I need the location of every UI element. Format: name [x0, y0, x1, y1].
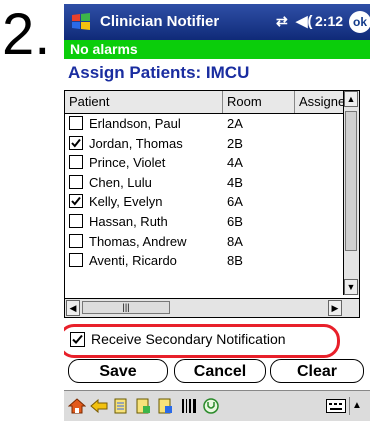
- stethoscope-icon[interactable]: [202, 397, 220, 415]
- vertical-scroll-thumb[interactable]: [345, 111, 357, 251]
- patient-checkbox[interactable]: [69, 116, 83, 130]
- patient-name: Thomas, Andrew: [89, 233, 187, 249]
- back-arrow-icon[interactable]: [90, 397, 108, 415]
- scroll-right-icon[interactable]: ▶: [328, 300, 342, 316]
- patient-checkbox[interactable]: [69, 194, 83, 209]
- scroll-up-icon[interactable]: ▲: [344, 91, 358, 107]
- patient-room: 4A: [227, 155, 243, 171]
- patient-checkbox[interactable]: [69, 253, 83, 268]
- patient-room: 8B: [227, 253, 243, 269]
- note-add-icon[interactable]: [134, 397, 152, 415]
- title-bar: Clinician Notifier ⇄ ◀( 2:12 ok: [64, 4, 370, 40]
- table-row[interactable]: Kelly, Evelyn 6A: [65, 192, 344, 212]
- windows-start-icon[interactable]: [70, 11, 92, 33]
- patient-name: Aventi, Ricardo: [89, 253, 177, 269]
- input-menu-arrow-icon[interactable]: ▲: [349, 397, 364, 415]
- table-row[interactable]: Aventi, Ricardo 8B: [65, 251, 344, 271]
- pocket-pc-screen: Clinician Notifier ⇄ ◀( 2:12 ok No alarm…: [64, 4, 370, 421]
- barcode-icon[interactable]: [180, 397, 198, 415]
- save-button[interactable]: Save: [68, 359, 168, 383]
- patient-checkbox[interactable]: [69, 155, 83, 170]
- patient-name: Hassan, Ruth: [89, 213, 168, 229]
- table-row[interactable]: Thomas, Andrew 8A: [65, 232, 344, 252]
- checkmark-icon: [71, 138, 81, 148]
- taskbar: ▲: [64, 390, 370, 421]
- connectivity-icon[interactable]: ⇄: [276, 13, 288, 30]
- secondary-notification-label[interactable]: Receive Secondary Notification: [91, 331, 286, 347]
- horizontal-scroll-thumb[interactable]: |||: [82, 301, 170, 314]
- alarm-status-bar: No alarms: [64, 40, 370, 59]
- patient-room: 2B: [227, 135, 243, 151]
- patient-name: Erlandson, Paul: [89, 116, 181, 131]
- patient-checkbox[interactable]: [69, 135, 83, 150]
- list-header: Patient Room Assigne: [65, 91, 344, 114]
- home-icon[interactable]: [68, 397, 86, 415]
- ok-button[interactable]: ok: [349, 11, 370, 33]
- secondary-notification-option[interactable]: Receive Secondary Notification: [64, 324, 349, 358]
- clock[interactable]: 2:12: [315, 13, 343, 29]
- keyboard-icon[interactable]: [326, 399, 346, 413]
- patient-list: Patient Room Assigne Erlandson, Paul 2A Jo…: [64, 90, 360, 318]
- note-icon[interactable]: [112, 397, 130, 415]
- scroll-left-icon[interactable]: ◀: [66, 300, 80, 316]
- patient-room: 2A: [227, 116, 243, 131]
- patient-room: 4B: [227, 174, 243, 190]
- table-row[interactable]: Chen, Lulu 4B: [65, 173, 344, 193]
- table-row[interactable]: Jordan, Thomas 2B: [65, 134, 344, 154]
- patient-name: Chen, Lulu: [89, 174, 152, 190]
- patient-checkbox[interactable]: [69, 174, 83, 189]
- table-row[interactable]: Erlandson, Paul 2A: [65, 114, 344, 134]
- patient-checkbox[interactable]: [69, 233, 83, 248]
- column-header-patient[interactable]: Patient: [65, 91, 223, 113]
- secondary-notification-checkbox[interactable]: [70, 332, 85, 347]
- column-header-room[interactable]: Room: [223, 91, 295, 113]
- checkmark-icon: [72, 334, 83, 344]
- patient-rows: Erlandson, Paul 2A Jordan, Thomas 2B Prince,…: [65, 114, 344, 271]
- patient-checkbox[interactable]: [69, 213, 83, 228]
- patient-name: Jordan, Thomas: [89, 135, 183, 151]
- note-edit-icon[interactable]: [156, 397, 174, 415]
- vertical-scrollbar[interactable]: ▲ ▼: [343, 91, 359, 295]
- volume-icon[interactable]: ◀(: [296, 12, 313, 30]
- clear-button[interactable]: Clear: [270, 359, 364, 383]
- page-title: Assign Patients: IMCU: [68, 63, 250, 82]
- column-header-assigned[interactable]: Assigne: [295, 91, 344, 113]
- patient-room: 6A: [227, 194, 243, 210]
- step-number: 2.: [2, 2, 51, 67]
- table-row[interactable]: Hassan, Ruth 6B: [65, 212, 344, 232]
- app-title: Clinician Notifier: [100, 13, 220, 30]
- checkmark-icon: [71, 197, 81, 206]
- horizontal-scrollbar[interactable]: ◀ ||| ▶: [65, 298, 359, 317]
- patient-name: Prince, Violet: [89, 155, 166, 171]
- cancel-button[interactable]: Cancel: [174, 359, 266, 383]
- patient-name: Kelly, Evelyn: [89, 194, 163, 210]
- scroll-down-icon[interactable]: ▼: [344, 279, 358, 295]
- patient-room: 8A: [227, 233, 243, 249]
- table-row[interactable]: Prince, Violet 4A: [65, 153, 344, 173]
- patient-room: 6B: [227, 213, 243, 229]
